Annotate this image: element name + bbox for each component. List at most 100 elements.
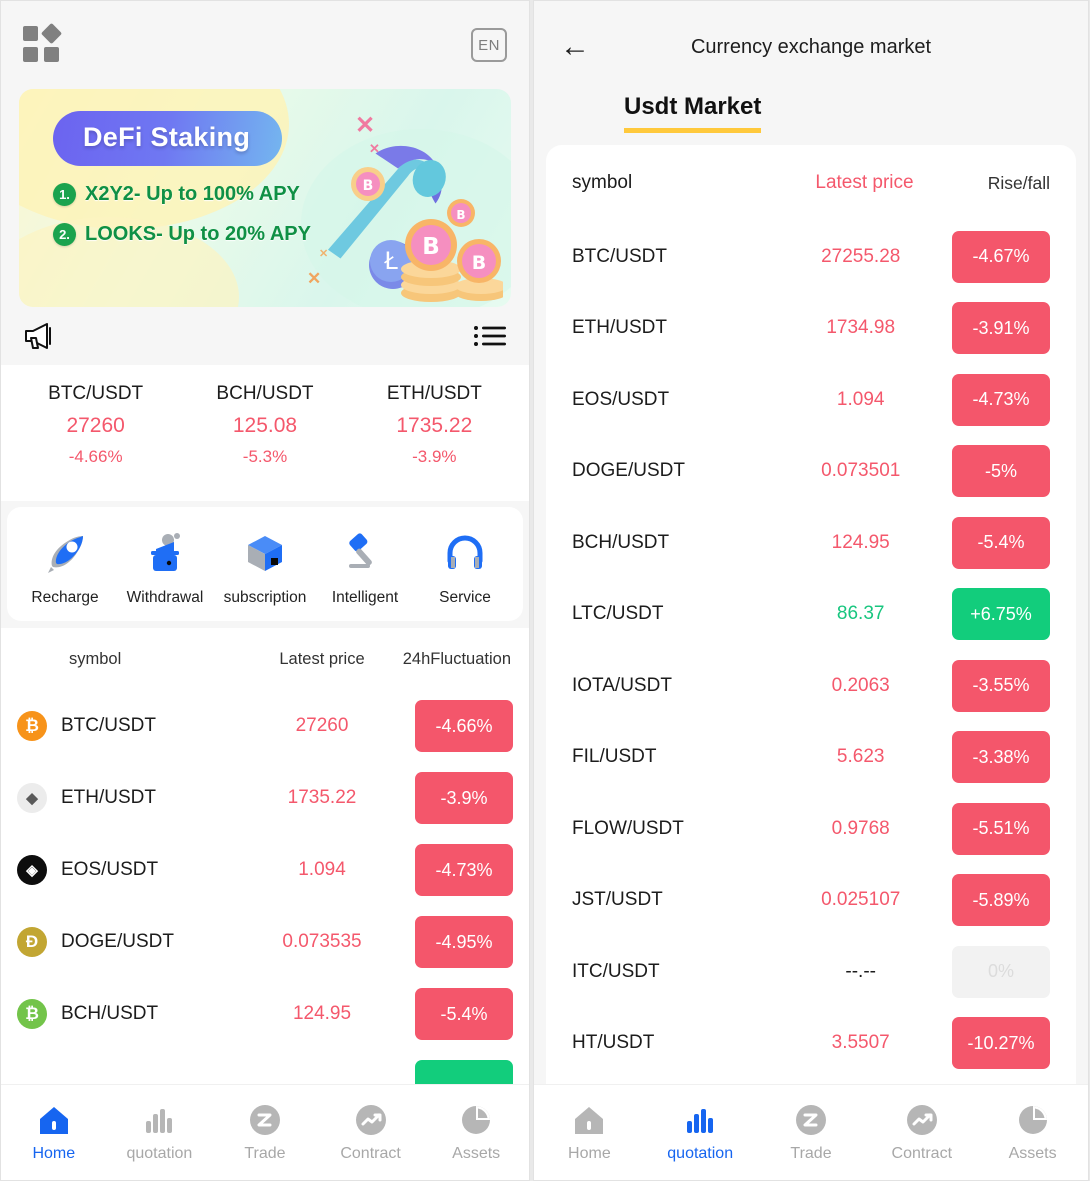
banner-item-1-text: X2Y2- Up to 100% APY (85, 183, 300, 205)
table-row[interactable]: ETH/USDT 1734.98 -3.91% (572, 293, 1050, 365)
quick-action-label: Service (439, 589, 491, 606)
contract-icon (866, 1099, 977, 1141)
table-row[interactable]: BTC/USDT 27255.28 -4.67% (572, 221, 1050, 293)
table-row[interactable]: LTC/USDT 86.37 +6.75% (572, 579, 1050, 651)
table-row[interactable]: ITC/USDT --.-- 0% (572, 936, 1050, 1008)
headset-icon (415, 527, 515, 579)
table-row[interactable]: JST/USDT 0.025107 -5.89% (572, 865, 1050, 937)
table-row[interactable]: HT/USDT 3.5507 -10.27% (572, 1008, 1050, 1080)
row-price: 5.623 (836, 746, 885, 768)
home-icon (1, 1099, 107, 1141)
ticker-change: -4.66% (68, 447, 123, 466)
announcement-bar[interactable] (1, 307, 529, 365)
row-symbol: ETH/USDT (572, 317, 667, 339)
tab-home[interactable]: Home (1, 1099, 107, 1163)
right-header: ← Currency exchange market (534, 1, 1088, 93)
megaphone-icon[interactable] (23, 321, 57, 351)
assets-icon (977, 1099, 1088, 1141)
table-row[interactable]: Ð DOGE/USDT 0.073535 -4.95% (17, 906, 513, 978)
tab-assets[interactable]: Assets (423, 1099, 529, 1163)
ticker-change: -3.9% (412, 447, 457, 466)
bars-icon (107, 1099, 213, 1141)
coin-icon-eos: ◈ (17, 855, 47, 885)
row-price: 124.95 (292, 1003, 352, 1024)
svg-text:Ł: Ł (383, 247, 398, 275)
apps-grid-icon[interactable] (23, 22, 63, 64)
tab-label: Contract (340, 1145, 401, 1162)
row-price: 27255.28 (821, 245, 901, 267)
tab-contract[interactable]: Contract (866, 1099, 977, 1163)
ticker-item[interactable]: BCH/USDT 125.08 -5.3% (180, 383, 349, 467)
quick-action-service[interactable]: Service (415, 527, 515, 607)
row-price: 86.37 (836, 603, 885, 625)
row-symbol: BCH/USDT (61, 1003, 159, 1024)
sparkle-3-icon: ✕ (319, 248, 329, 260)
table-row[interactable]: ◈ EOS/USDT 1.094 -4.73% (17, 834, 513, 906)
ticker-item[interactable]: BTC/USDT 27260 -4.66% (11, 383, 180, 467)
language-button[interactable]: EN (471, 28, 507, 62)
dual-phone-screenshot: EN Ł B B B ✕ ✕ ✕ ✕ B DeFi Staking 1. X2Y… (0, 0, 1090, 1181)
row-change-badge: -5.51% (952, 802, 1050, 855)
bars-icon (645, 1099, 756, 1141)
row-change-badge: -4.66% (415, 700, 513, 752)
ticker-price: 27260 (66, 414, 125, 437)
header-symbol: symbol (69, 649, 122, 668)
promo-banner-container: Ł B B B ✕ ✕ ✕ ✕ B DeFi Staking 1. X2Y2- … (1, 89, 529, 307)
quick-action-intelligent[interactable]: Intelligent (315, 527, 415, 607)
banner-item-2-number: 2. (53, 223, 76, 246)
tab-label: Assets (1008, 1145, 1057, 1162)
coin-icon-eth: ◆ (17, 783, 47, 813)
tab-trade[interactable]: Trade (212, 1099, 318, 1163)
banner-title: DeFi Staking (53, 111, 283, 166)
table-row[interactable]: IOTA/USDT 0.2063 -3.55% (572, 650, 1050, 722)
ticker-change: -5.3% (242, 447, 288, 466)
row-price: 0.073501 (821, 460, 901, 482)
row-symbol: ITC/USDT (572, 960, 660, 982)
row-symbol: EOS/USDT (61, 859, 159, 880)
tab-label: quotation (667, 1145, 734, 1162)
right-bottom-tabbar: Home quotation Trade Contract Assets (534, 1084, 1088, 1180)
row-change-badge: -5% (952, 445, 1050, 498)
row-price: 1735.22 (287, 787, 357, 808)
row-symbol: DOGE/USDT (61, 931, 174, 952)
tab-home[interactable]: Home (534, 1099, 645, 1163)
tab-contract[interactable]: Contract (318, 1099, 424, 1163)
table-row[interactable]: EOS/USDT 1.094 -4.73% (572, 364, 1050, 436)
quick-actions: Recharge Withdrawal subscription Intelli… (7, 507, 523, 621)
tab-quotation[interactable]: quotation (645, 1099, 756, 1163)
ticker-price: 1735.22 (396, 414, 473, 437)
row-price: 1734.98 (826, 317, 896, 339)
table-row[interactable]: ₿ BTC/USDT 27260 -4.66% (17, 690, 513, 762)
quick-action-withdrawal[interactable]: Withdrawal (115, 527, 215, 607)
row-symbol: BCH/USDT (572, 531, 670, 553)
list-icon[interactable] (473, 325, 507, 347)
row-price: 124.95 (831, 531, 890, 553)
table-row[interactable]: ◆ ETH/USDT 1735.22 -3.9% (17, 762, 513, 834)
tab-assets[interactable]: Assets (977, 1099, 1088, 1163)
ticker-item[interactable]: ETH/USDT 1735.22 -3.9% (350, 383, 519, 467)
row-symbol: ETH/USDT (61, 787, 156, 808)
table-row[interactable]: ₿ BCH/USDT 124.95 -5.4% (17, 978, 513, 1050)
row-change-badge: -3.91% (952, 302, 1050, 355)
row-symbol: BTC/USDT (61, 715, 156, 736)
defi-staking-banner[interactable]: Ł B B B ✕ ✕ ✕ ✕ B DeFi Staking 1. X2Y2- … (19, 89, 511, 307)
quick-action-label: Intelligent (331, 589, 399, 606)
table-row[interactable]: FLOW/USDT 0.9768 -5.51% (572, 793, 1050, 865)
right-market-header-row: symbol Latest price Rise/fall (572, 145, 1050, 221)
quick-action-recharge[interactable]: Recharge (15, 527, 115, 607)
row-price: 0.9768 (831, 817, 890, 839)
ticker-price: 125.08 (232, 414, 298, 437)
rocket-icon (15, 527, 115, 579)
table-row[interactable]: DOGE/USDT 0.073501 -5% (572, 436, 1050, 508)
market-tabs: Usdt Market (534, 93, 1088, 145)
quick-action-subscription[interactable]: subscription (215, 527, 315, 607)
left-phone-panel: EN Ł B B B ✕ ✕ ✕ ✕ B DeFi Staking 1. X2Y… (0, 0, 530, 1181)
row-change-badge: -4.73% (415, 844, 513, 896)
tab-usdt-market[interactable]: Usdt Market (624, 93, 762, 133)
quick-action-label: Recharge (31, 589, 99, 606)
tab-trade[interactable]: Trade (756, 1099, 867, 1163)
table-row[interactable]: FIL/USDT 5.623 -3.38% (572, 722, 1050, 794)
table-row[interactable]: BCH/USDT 124.95 -5.4% (572, 507, 1050, 579)
header-price: Latest price (815, 172, 914, 193)
tab-quotation[interactable]: quotation (107, 1099, 213, 1163)
